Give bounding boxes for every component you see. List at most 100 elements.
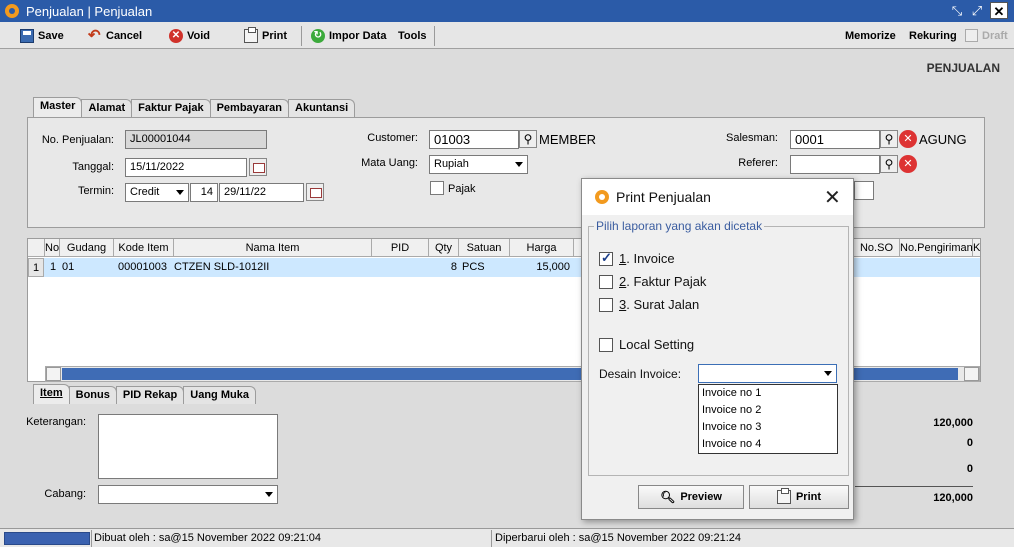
tanggal-field[interactable]: 15/11/2022: [125, 158, 247, 177]
tab-akuntansi[interactable]: Akuntansi: [288, 99, 356, 117]
search-icon[interactable]: ⚲: [880, 155, 898, 173]
clear-icon[interactable]: ✕: [899, 130, 917, 148]
pajak-checkbox[interactable]: [430, 181, 444, 195]
cancel-button[interactable]: ↶ Cancel: [88, 28, 142, 44]
dropdown-option[interactable]: Invoice no 4: [699, 436, 837, 453]
termin-label: Termin:: [77, 185, 114, 197]
created-by-text: Dibuat oleh : sa@15 November 2022 09:21:…: [94, 532, 322, 544]
surat-jalan-option[interactable]: 3. Surat Jalan: [599, 297, 699, 312]
col-header-pid[interactable]: PID: [372, 239, 429, 257]
termin-days-field[interactable]: 14: [190, 183, 218, 202]
col-header-qty[interactable]: Qty: [429, 239, 459, 257]
desain-invoice-select[interactable]: [698, 364, 837, 383]
chevron-down-icon: [824, 371, 832, 376]
clear-icon[interactable]: ✕: [899, 155, 917, 173]
tab-alamat[interactable]: Alamat: [81, 99, 133, 117]
customer-name: MEMBER: [539, 132, 597, 147]
tab-master[interactable]: Master: [33, 97, 83, 117]
search-icon[interactable]: ⚲: [519, 130, 537, 148]
preview-button[interactable]: 🔍︎ Preview: [638, 485, 744, 509]
toolbar-separator: [434, 26, 435, 46]
tab-pid-rekap[interactable]: PID Rekap: [115, 386, 185, 404]
tanggal-label: Tanggal:: [72, 161, 114, 173]
floppy-disk-icon: [20, 29, 34, 43]
faktur-pajak-checkbox[interactable]: [599, 274, 613, 289]
rekuring-button[interactable]: Rekuring: [909, 30, 957, 42]
col-header-nama-item[interactable]: Nama Item: [174, 239, 372, 257]
draft-label: Draft: [982, 30, 1008, 42]
invoice-checkbox[interactable]: [599, 250, 613, 266]
search-icon[interactable]: ⚲: [880, 130, 898, 148]
dropdown-option[interactable]: Invoice no 3: [699, 419, 837, 436]
tab-uang-muka[interactable]: Uang Muka: [183, 386, 256, 404]
cell-gudang: 01: [62, 261, 75, 273]
tab-faktur-pajak[interactable]: Faktur Pajak: [131, 99, 211, 117]
updated-by-text: Diperbarui oleh : sa@15 November 2022 09…: [495, 532, 741, 544]
dialog-print-button[interactable]: Print: [749, 485, 849, 509]
col-header-kode-item[interactable]: Kode Item: [114, 239, 174, 257]
status-separator: [91, 530, 92, 547]
no-penjualan-field[interactable]: JL00001044: [125, 130, 267, 149]
invoice-option[interactable]: 1. Invoice: [599, 250, 675, 266]
extra-field[interactable]: [854, 181, 874, 200]
window-title-bar: Penjualan | Penjualan ⤡ ⤢ ✕: [0, 0, 1014, 22]
local-setting-option[interactable]: Local Setting: [599, 337, 694, 352]
calendar-icon[interactable]: [306, 183, 324, 201]
total-tax: 0: [966, 463, 973, 475]
scroll-left-icon[interactable]: [46, 367, 61, 381]
tab-pembayaran[interactable]: Pembayaran: [209, 99, 290, 117]
customer-code-field[interactable]: 01003: [429, 130, 519, 149]
save-button[interactable]: Save: [20, 28, 64, 44]
salesman-code-field[interactable]: 0001: [790, 130, 880, 149]
keterangan-textarea[interactable]: [98, 414, 278, 479]
referer-field[interactable]: [790, 155, 880, 174]
referer-label: Referer:: [738, 157, 778, 169]
page-heading: PENJUALAN: [926, 61, 1000, 75]
desain-invoice-dropdown: Invoice no 1 Invoice no 2 Invoice no 3 I…: [698, 384, 838, 454]
col-header-k[interactable]: K: [973, 239, 980, 257]
void-button[interactable]: ✕ Void: [169, 28, 210, 44]
termin-date-field[interactable]: 29/11/22: [219, 183, 304, 202]
print-dialog: Print Penjualan ✕ Pilih laporan yang aka…: [581, 178, 854, 520]
dropdown-option[interactable]: Invoice no 2: [699, 402, 837, 419]
app-logo-icon: [595, 190, 609, 204]
col-header-gudang[interactable]: Gudang: [60, 239, 114, 257]
desain-invoice-label: Desain Invoice:: [599, 367, 682, 381]
close-icon[interactable]: ✕: [824, 185, 841, 210]
cell-satuan: PCS: [462, 261, 485, 273]
cell-no: 1: [50, 261, 57, 273]
col-header-no-pengiriman[interactable]: No.Pengiriman: [900, 239, 973, 257]
cell-qty: 8: [450, 261, 457, 273]
window-title: Penjualan | Penjualan: [26, 4, 153, 19]
chevron-down-icon: [176, 190, 184, 195]
printer-icon: [244, 27, 258, 43]
close-window-icon[interactable]: ✕: [990, 2, 1008, 19]
print-button[interactable]: Print: [244, 27, 287, 44]
status-indicator: [4, 532, 90, 545]
import-data-button[interactable]: ↻ Impor Data: [311, 28, 386, 44]
calendar-icon[interactable]: [249, 158, 267, 176]
memorize-button[interactable]: Memorize: [845, 30, 896, 42]
salesman-label: Salesman:: [726, 132, 778, 144]
tools-button[interactable]: Tools: [398, 28, 427, 44]
tab-item[interactable]: Item: [33, 384, 70, 404]
customer-label: Customer:: [367, 132, 418, 144]
col-header-harga[interactable]: Harga: [510, 239, 574, 257]
cabang-select[interactable]: [98, 485, 278, 504]
faktur-pajak-option[interactable]: 2. Faktur Pajak: [599, 274, 706, 289]
col-header-no[interactable]: No: [45, 239, 60, 257]
surat-jalan-checkbox[interactable]: [599, 297, 613, 312]
mata-uang-select[interactable]: Rupiah: [429, 155, 528, 174]
draft-checkbox[interactable]: [965, 29, 978, 42]
total-grand: 120,000: [933, 492, 973, 504]
termin-select[interactable]: Credit: [125, 183, 189, 202]
maximize-icon[interactable]: ⤢: [968, 2, 986, 19]
scroll-right-icon[interactable]: [964, 367, 979, 381]
dropdown-option[interactable]: Invoice no 1: [699, 385, 837, 402]
local-setting-checkbox[interactable]: [599, 337, 613, 352]
col-header-satuan[interactable]: Satuan: [459, 239, 510, 257]
no-penjualan-label: No. Penjualan:: [41, 134, 114, 146]
tab-bonus[interactable]: Bonus: [68, 386, 117, 404]
restore-icon[interactable]: ⤡: [948, 2, 966, 19]
chevron-down-icon: [515, 162, 523, 167]
